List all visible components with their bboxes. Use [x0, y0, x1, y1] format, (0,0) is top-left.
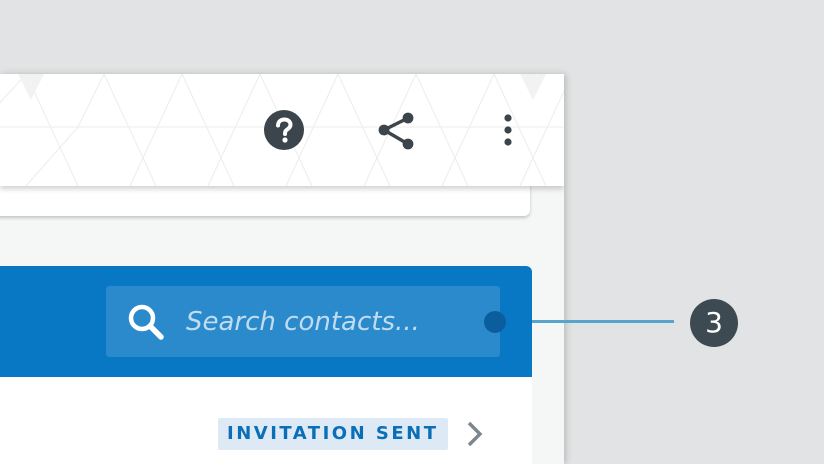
- share-button[interactable]: [374, 108, 418, 152]
- help-button[interactable]: [262, 108, 306, 152]
- chevron-right-icon[interactable]: [464, 420, 486, 448]
- app-frame: INVITATION SENT: [0, 74, 564, 464]
- search-field[interactable]: [106, 286, 506, 357]
- search-icon: [126, 302, 166, 342]
- status-badge: INVITATION SENT: [218, 418, 448, 450]
- share-icon: [378, 112, 414, 150]
- search-input[interactable]: [186, 306, 486, 337]
- more-vert-icon: [504, 114, 512, 146]
- upper-card-bottom-edge: [0, 182, 530, 216]
- contact-row[interactable]: INVITATION SENT: [0, 377, 532, 464]
- more-options-button[interactable]: [486, 108, 530, 152]
- help-icon: [264, 110, 304, 150]
- callout-anchor-dot: [484, 311, 506, 333]
- contacts-header: [0, 266, 532, 377]
- callout-number-badge: 3: [690, 299, 738, 347]
- app-toolbar: [0, 74, 564, 186]
